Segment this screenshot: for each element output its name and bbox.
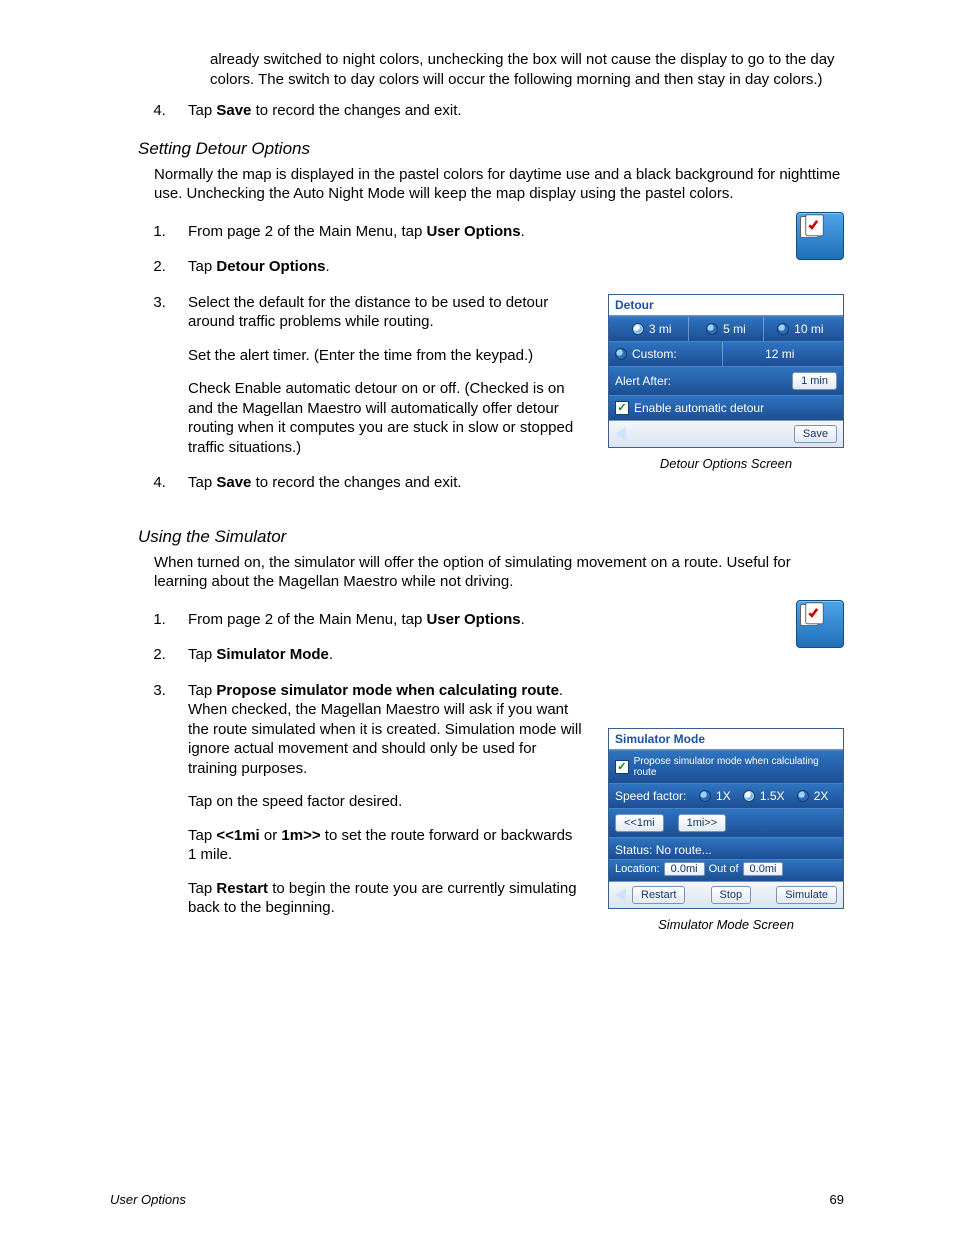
text: Check Enable automatic detour on or off.… <box>188 379 582 457</box>
status-text: Status: No route... <box>609 837 843 859</box>
speed-label: Speed factor: <box>615 789 686 803</box>
text: Tap <box>188 646 216 663</box>
back-icon[interactable] <box>615 888 626 902</box>
outof-label: Out of <box>709 863 739 875</box>
sim-intro: When turned on, the simulator will offer… <box>154 553 844 592</box>
location-a: 0.0mi <box>664 862 705 876</box>
text: Select the default for the distance to b… <box>188 294 548 331</box>
text: or <box>260 827 282 844</box>
sim-step-1: From page 2 of the Main Menu, tap User O… <box>170 610 582 630</box>
detour-step-4: Tap Save to record the changes and exit. <box>170 473 582 493</box>
custom-label[interactable]: Custom: <box>632 347 677 361</box>
speed-1-5x[interactable]: 1.5X <box>760 789 785 803</box>
detour-screenshot: Detour 3 mi 5 mi 10 mi Custom: 12 mi Ale… <box>608 294 844 448</box>
page-number: 69 <box>830 1192 844 1207</box>
simulator-screenshot: Simulator Mode ✓ Propose simulator mode … <box>608 728 844 909</box>
text: Tap <box>188 682 216 699</box>
checkbox-icon[interactable]: ✓ <box>615 760 629 774</box>
bold: Simulator Mode <box>216 646 329 663</box>
radio-icon[interactable] <box>706 323 718 335</box>
back-1mi-button[interactable]: <<1mi <box>615 814 664 832</box>
step-4a: Tap Save to record the changes and exit. <box>170 101 844 121</box>
text: From page 2 of the Main Menu, tap <box>188 223 426 240</box>
text: . <box>521 223 525 240</box>
text: Tap <box>188 102 216 119</box>
bold: Detour Options <box>216 258 325 275</box>
detour-step-1: From page 2 of the Main Menu, tap User O… <box>170 222 582 242</box>
option-5mi[interactable]: 5 mi <box>723 322 746 336</box>
restart-button[interactable]: Restart <box>632 886 685 904</box>
enable-auto-detour[interactable]: Enable automatic detour <box>634 401 764 415</box>
radio-icon[interactable] <box>615 348 627 360</box>
bold: Propose simulator mode when calculating … <box>216 682 559 699</box>
bold: Restart <box>216 880 268 897</box>
option-3mi[interactable]: 3 mi <box>649 322 672 336</box>
text: . <box>326 258 330 275</box>
bold: Save <box>216 102 251 119</box>
stop-button[interactable]: Stop <box>711 886 752 904</box>
bold: User Options <box>426 611 520 628</box>
detour-intro: Normally the map is displayed in the pas… <box>154 165 844 204</box>
location-b: 0.0mi <box>743 862 784 876</box>
radio-icon[interactable] <box>743 790 755 802</box>
text: Tap <box>188 258 216 275</box>
heading-detour: Setting Detour Options <box>138 139 844 159</box>
text: . <box>521 611 525 628</box>
radio-icon[interactable] <box>632 323 644 335</box>
sim-caption: Simulator Mode Screen <box>608 917 844 932</box>
alert-value-button[interactable]: 1 min <box>792 372 837 390</box>
option-10mi[interactable]: 10 mi <box>794 322 823 336</box>
bold: Save <box>216 474 251 491</box>
bold: 1m>> <box>281 827 320 844</box>
bold: <<1mi <box>216 827 259 844</box>
text: Set the alert timer. (Enter the time fro… <box>188 346 582 366</box>
simulate-button[interactable]: Simulate <box>776 886 837 904</box>
bold: User Options <box>426 223 520 240</box>
heading-simulator: Using the Simulator <box>138 527 844 547</box>
ss-title: Simulator Mode <box>609 729 843 750</box>
ss-title: Detour <box>609 295 843 316</box>
text: Tap <box>188 880 216 897</box>
speed-1x[interactable]: 1X <box>716 789 731 803</box>
radio-icon[interactable] <box>777 323 789 335</box>
radio-icon[interactable] <box>699 790 711 802</box>
custom-value[interactable]: 12 mi <box>723 347 837 361</box>
text: to record the changes and exit. <box>251 102 461 119</box>
text: Tap <box>188 474 216 491</box>
radio-icon[interactable] <box>797 790 809 802</box>
text: Tap <box>188 827 216 844</box>
text: . <box>329 646 333 663</box>
back-icon[interactable] <box>615 427 626 441</box>
sim-step-3: Tap Propose simulator mode when calculat… <box>170 681 582 918</box>
checkbox-icon[interactable]: ✓ <box>615 401 629 415</box>
fwd-1mi-button[interactable]: 1mi>> <box>678 814 727 832</box>
detour-step-3: Select the default for the distance to b… <box>170 293 582 458</box>
text: to record the changes and exit. <box>251 474 461 491</box>
detour-caption: Detour Options Screen <box>608 456 844 471</box>
text: From page 2 of the Main Menu, tap <box>188 611 426 628</box>
location-label: Location: <box>615 863 660 875</box>
footer-section: User Options <box>110 1192 186 1207</box>
user-options-icon <box>796 600 844 648</box>
save-button[interactable]: Save <box>794 425 837 443</box>
user-options-icon <box>796 212 844 260</box>
carryover-paragraph: already switched to night colors, unchec… <box>210 50 844 89</box>
text: Tap on the speed factor desired. <box>188 792 582 812</box>
sim-step-2: Tap Simulator Mode. <box>170 645 582 665</box>
alert-label: Alert After: <box>615 374 671 388</box>
detour-step-2: Tap Detour Options. <box>170 257 582 277</box>
propose-checkbox-label[interactable]: Propose simulator mode when calculating … <box>634 756 837 778</box>
speed-2x[interactable]: 2X <box>814 789 829 803</box>
